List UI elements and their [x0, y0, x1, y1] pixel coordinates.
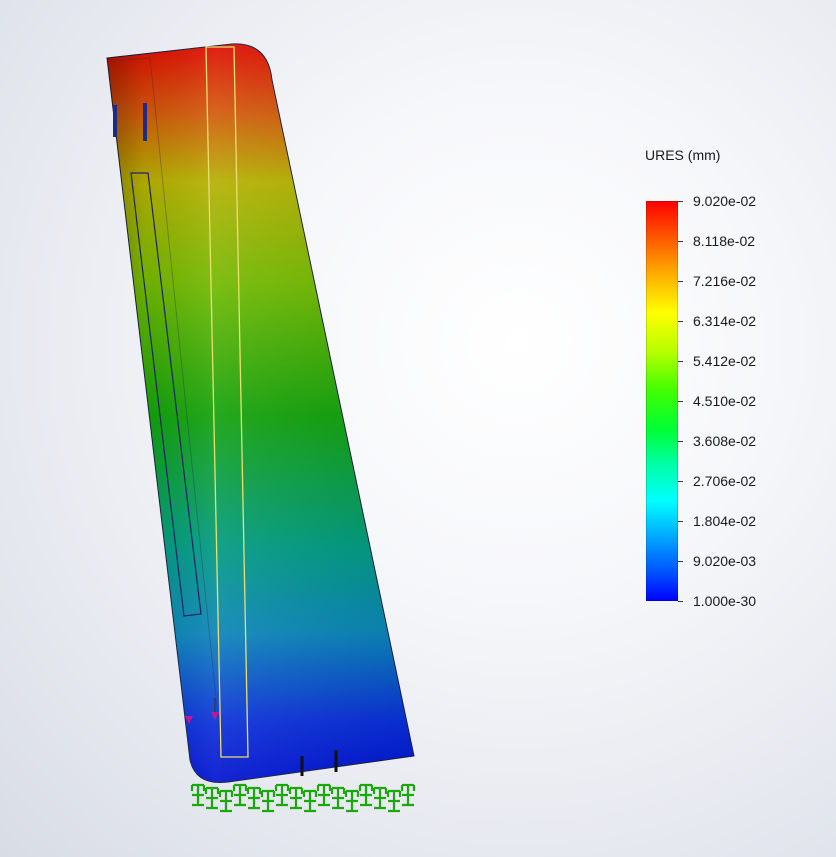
legend-tick-mark	[678, 401, 683, 402]
graphics-viewport[interactable]: URES (mm) 9.020e-02 8.118e-02 7.216e-02 6.3…	[0, 0, 836, 857]
legend-tick-label: 1.804e-02	[693, 513, 757, 529]
fixture-icon	[204, 786, 220, 810]
fixture-icon	[372, 786, 388, 810]
legend-tick-mark	[678, 481, 683, 482]
fixture-symbols[interactable]	[190, 783, 416, 813]
legend-title: URES (mm)	[645, 147, 721, 163]
hole-feature	[143, 103, 147, 141]
legend-tick-mark	[678, 321, 683, 322]
legend-tick-mark	[678, 281, 683, 282]
legend-tick-label: 3.608e-02	[693, 433, 757, 449]
fixture-icon	[246, 786, 262, 810]
fixture-icon	[232, 783, 248, 807]
legend-tick-label: 4.510e-02	[693, 393, 757, 409]
legend-tick-mark	[678, 361, 683, 362]
legend-tick-label: 7.216e-02	[693, 273, 757, 289]
legend-tick-mark	[678, 201, 683, 202]
legend-tick-label: 9.020e-02	[693, 193, 757, 209]
legend-tick-label: 9.020e-03	[693, 553, 757, 569]
fixture-icon	[190, 783, 206, 807]
legend-tick-label: 1.000e-30	[693, 593, 757, 609]
deformed-part-plot[interactable]	[0, 0, 836, 857]
fixture-icon	[316, 783, 332, 807]
legend-tick-label: 2.706e-02	[693, 473, 757, 489]
fixture-icon	[386, 789, 402, 813]
part-shading	[107, 43, 414, 783]
legend-tick-label: 8.118e-02	[693, 233, 756, 249]
fixture-icon	[288, 786, 304, 810]
fixture-icon	[260, 789, 276, 813]
color-scale-bar	[646, 201, 678, 601]
fixture-icon	[400, 783, 416, 807]
legend-tick-mark	[678, 441, 683, 442]
legend-tick-label: 5.412e-02	[693, 353, 757, 369]
fixture-icon	[358, 783, 374, 807]
fixture-icon	[302, 789, 318, 813]
fixture-icon	[218, 789, 234, 813]
legend-tick-mark	[678, 521, 683, 522]
fixture-icon	[344, 789, 360, 813]
legend-tick-mark	[678, 241, 683, 242]
fixture-icon	[330, 786, 346, 810]
legend-tick-label: 6.314e-02	[693, 313, 757, 329]
legend-tick-mark	[678, 601, 683, 602]
fixture-icon	[274, 783, 290, 807]
legend-tick-mark	[678, 561, 683, 562]
hole-feature	[113, 105, 117, 137]
